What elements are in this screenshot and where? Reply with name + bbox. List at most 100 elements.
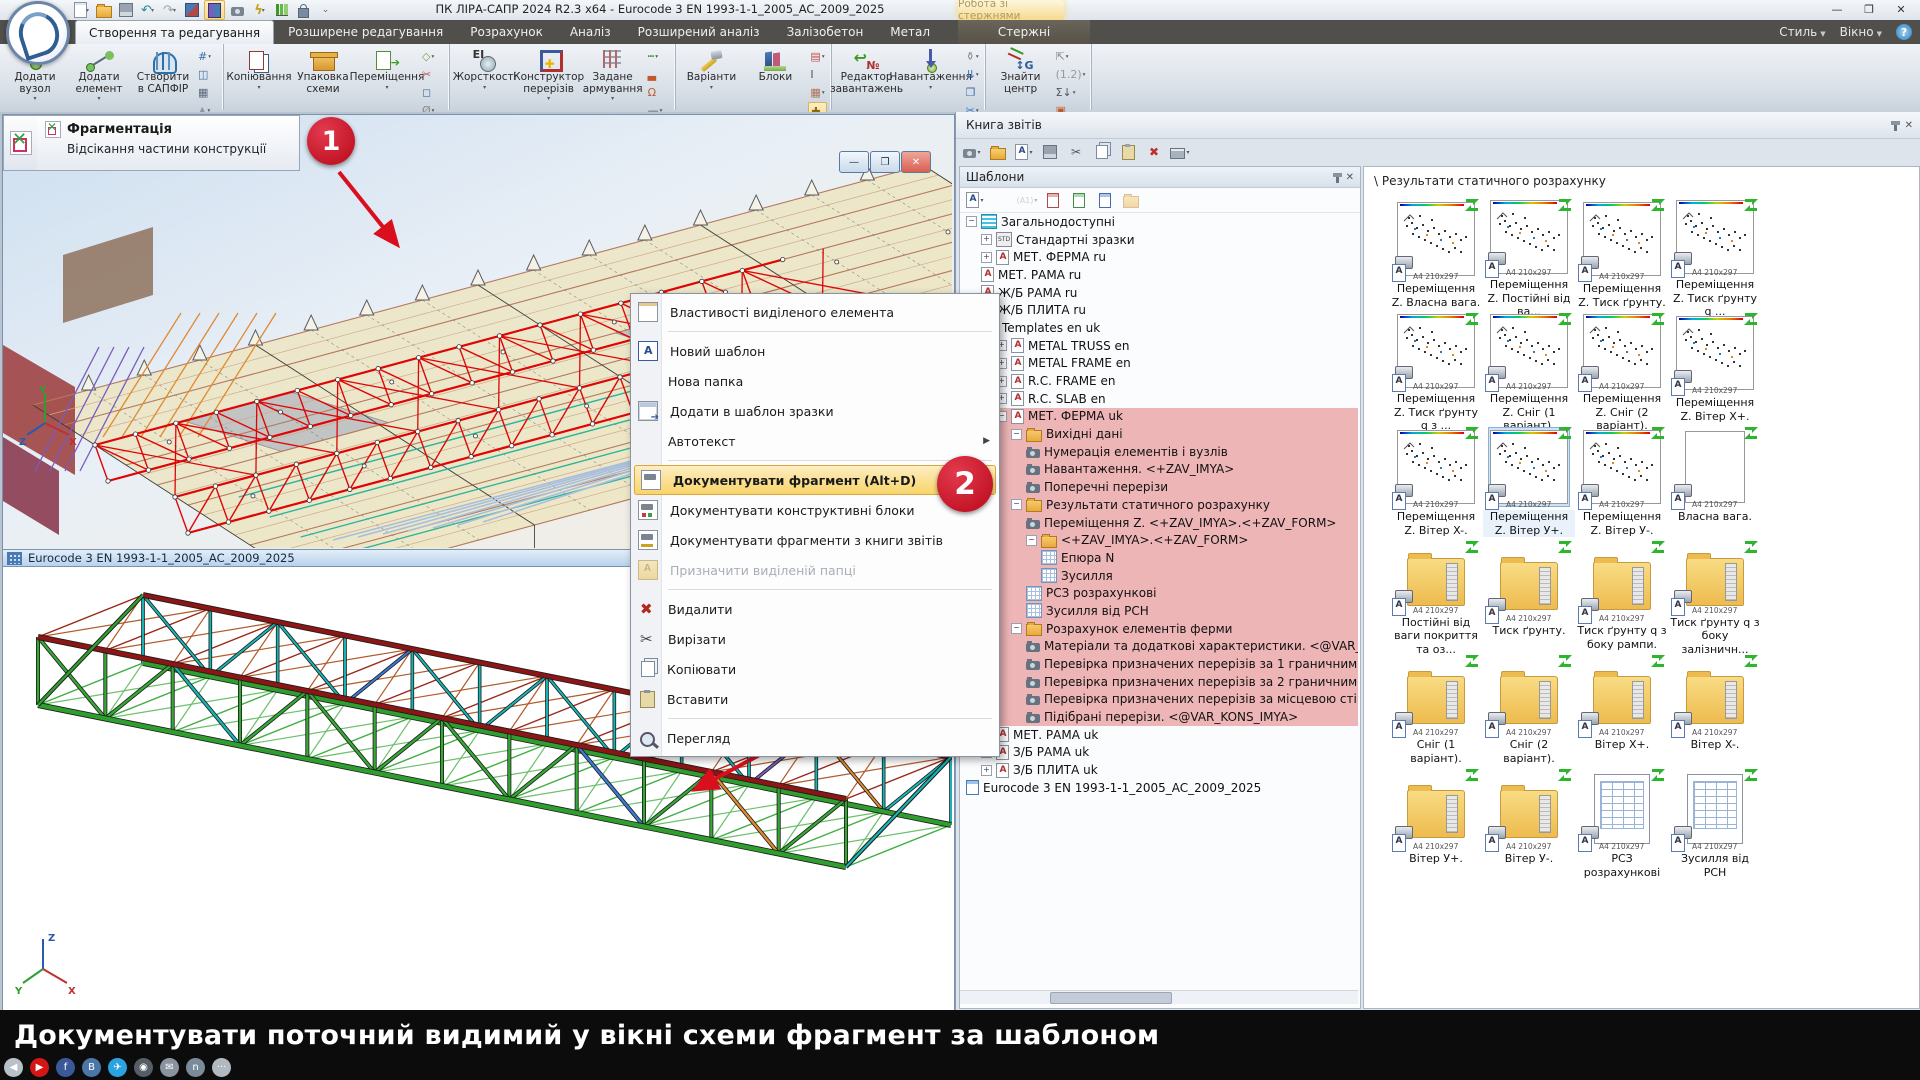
tree-item[interactable]: − <+ZAV_IMYA>.<+ZAV_FORM> — [960, 531, 1358, 549]
ribbon-small-button[interactable]: ▦ ▾ — [196, 84, 219, 101]
tree-expand-toggle[interactable]: + — [981, 234, 992, 245]
tree-expand-toggle[interactable]: + — [981, 765, 992, 776]
report-thumbnail[interactable]: A4 210x297 Вітер X+. — [1576, 656, 1668, 770]
close-panel-icon[interactable]: ✕ — [1905, 120, 1913, 131]
ribbon-small-button[interactable]: I ▾ — [808, 66, 826, 83]
ribbon-small-button[interactable]: ▦ ▾ — [808, 84, 826, 101]
tree-item[interactable]: − Розрахунок елементів ферми — [960, 620, 1358, 638]
vk-icon[interactable]: B — [82, 1058, 101, 1077]
tree-item[interactable]: + З/Б РАМА uk — [960, 744, 1358, 762]
ribbon-small-button[interactable]: ❐ ▾ — [964, 84, 981, 101]
lock-icon[interactable]: ▾ — [294, 1, 313, 19]
report-thumbnail[interactable]: A4 210x297 Тиск ґрунту q з боку рампи. — [1576, 542, 1668, 656]
pin-icon[interactable] — [1336, 173, 1339, 183]
assign-folder-icon[interactable]: ▾ — [1119, 189, 1143, 211]
tree-item[interactable]: Зусилля від РСН — [960, 602, 1358, 620]
viewport-close-button[interactable]: ✕ — [901, 151, 931, 173]
report-thumbnail[interactable]: A4 210x297 Переміщення Z. Тиск ґрунту. — [1576, 200, 1668, 314]
ribbon-small-button[interactable]: ✂ ▾ — [420, 66, 445, 83]
tree-item[interactable]: Поперечні перерізи — [960, 478, 1358, 496]
tree-expand-toggle[interactable]: − — [1011, 429, 1022, 440]
report-thumbnail[interactable]: A4 210x297 Переміщення Z. Вітер У-. — [1576, 428, 1668, 542]
tree-item[interactable]: + Стандартні зразки — [960, 231, 1358, 249]
sheet-blue-icon[interactable]: ▾ — [1093, 189, 1117, 211]
tree-item[interactable]: Перевірка призначених перерізів за 2 гра… — [960, 673, 1358, 691]
close-panel-icon[interactable]: ✕ — [1346, 172, 1354, 183]
report-thumbnail[interactable]: A4 210x297 Переміщення Z. Сніг (1 варіан… — [1483, 314, 1575, 428]
paste-icon[interactable]: ▾ — [1116, 141, 1140, 163]
ribbon-tab[interactable]: Розширений аналіз — [625, 20, 773, 44]
tree-item[interactable]: − Вихідні дані — [960, 425, 1358, 443]
menu-item-new-folder[interactable]: Нова папка ▶ — [632, 366, 998, 396]
save-icon[interactable]: ▾ — [116, 1, 135, 19]
tree-item[interactable]: Навантаження. <+ZAV_IMYA> — [960, 461, 1358, 479]
tree-item[interactable]: РСЗ розрахункові — [960, 584, 1358, 602]
maximize-button[interactable]: ❐ — [1854, 0, 1884, 18]
add-sample-icon[interactable]: ▾ — [989, 189, 1013, 211]
tree-item[interactable]: Переміщення Z. <+ZAV_IMYA>.<+ZAV_FORM> — [960, 514, 1358, 532]
report-thumbnail[interactable]: A4 210x297 РСЗ розрахункові — [1576, 770, 1668, 884]
menu-item-paste[interactable]: Вставити ▶ — [632, 684, 998, 714]
new-document-icon[interactable]: ▾ — [72, 1, 91, 19]
ribbon-tab[interactable]: Стержні — [958, 20, 1090, 44]
viewport-restore-button[interactable]: ❐ — [870, 151, 900, 173]
tree-item[interactable]: Матеріали та додаткові характеристики. <… — [960, 638, 1358, 656]
tree-item[interactable]: + МЕТ. РАМА uk — [960, 726, 1358, 744]
pin-icon[interactable] — [1894, 121, 1897, 131]
ribbon-small-button[interactable]: ⚱ ▾ — [964, 48, 981, 65]
tree-item[interactable]: Зусилля — [960, 567, 1358, 585]
ribbon-small-button[interactable]: Ω ▾ — [646, 84, 672, 101]
tree-expand-toggle[interactable]: + — [981, 252, 992, 263]
menu-item-cut[interactable]: Вирізати ▶ — [632, 624, 998, 654]
tree-expand-toggle[interactable]: − — [1011, 499, 1022, 510]
menu-item-properties[interactable]: Властивості виділеного елемента ▶ — [632, 297, 998, 327]
tree-expand-toggle[interactable]: − — [966, 216, 977, 227]
open-folder-icon[interactable]: ▾ — [986, 141, 1010, 163]
copy-icon[interactable]: ▾ — [1090, 141, 1114, 163]
app-menu-logo[interactable] — [6, 1, 70, 65]
report-thumbnail[interactable]: A4 210x297 Сніг (2 варіант). — [1483, 656, 1575, 770]
autotext-icon[interactable]: (A1) ▾ — [1015, 189, 1039, 211]
horizontal-scrollbar[interactable] — [960, 990, 1358, 1004]
report-thumbnail[interactable]: A4 210x297 Вітер X-. — [1669, 656, 1761, 770]
snapshot-icon[interactable]: ▾ — [960, 141, 984, 163]
ribbon-small-button[interactable]: ⇱ ▾ — [1054, 48, 1088, 65]
tree-item[interactable]: Eurocode 3 EN 1993-1-1_2005_AC_2009_2025 — [960, 779, 1358, 797]
ribbon-tab[interactable]: Розширене редагування — [275, 20, 456, 44]
menu-item-assign-folder[interactable]: Призначити виділеній папці ▶ — [632, 555, 998, 585]
sapfir-book-icon[interactable]: ▾ — [204, 0, 225, 20]
tree-item[interactable]: − Результати статичного розрахунку — [960, 496, 1358, 514]
open-icon[interactable]: ▾ — [94, 1, 113, 19]
ribbon-small-button[interactable]: ┅ ▾ — [646, 48, 672, 65]
undo-icon[interactable]: ↶ ▾ — [138, 1, 157, 19]
print-icon[interactable]: ▾ — [1168, 141, 1192, 163]
tree-item[interactable]: МЕТ. РАМА ru — [960, 266, 1358, 284]
window-menu[interactable]: Вікно▼ — [1840, 25, 1882, 39]
menu-item-preview[interactable]: Перегляд ▶ — [632, 723, 998, 753]
report-thumbnail[interactable]: A4 210x297 Переміщення Z. Сніг (2 варіан… — [1576, 314, 1668, 428]
tree-item[interactable]: Перевірка призначених перерізів за місце… — [960, 691, 1358, 709]
save-icon[interactable]: ▾ — [1038, 141, 1062, 163]
report-thumbnail[interactable]: A4 210x297 Переміщення Z. Тиск ґрунту q … — [1669, 200, 1761, 314]
report-thumbnail[interactable]: A4 210x297 Власна вага. — [1669, 428, 1761, 542]
help-icon[interactable]: ? — [1896, 24, 1912, 40]
report-thumbnail[interactable]: A4 210x297 Постійні від ваги покриття та… — [1390, 542, 1482, 656]
cut-icon[interactable]: ✂ ▾ — [1064, 141, 1088, 163]
delete-icon[interactable]: ✖ ▾ — [1142, 141, 1166, 163]
ribbon-small-button[interactable]: ⇊ ▾ — [964, 66, 981, 83]
menu-item-new-template[interactable]: Новий шаблон ▶ — [632, 336, 998, 366]
ribbon-tab[interactable]: Залізобетон — [774, 20, 877, 44]
result-chart-icon[interactable]: ▾ — [272, 1, 291, 19]
tree-expand-toggle[interactable]: − — [1026, 535, 1037, 546]
tree-item[interactable]: + МЕТ. ФЕРМА ru — [960, 248, 1358, 266]
menu-item-copy[interactable]: Копіювати ▶ — [632, 654, 998, 684]
report-thumbnail[interactable]: A4 210x297 Переміщення Z. Вітер X-. — [1390, 428, 1482, 542]
report-thumbnail[interactable]: A4 210x297 Переміщення Z. Тиск ґрунту q … — [1390, 314, 1482, 428]
menu-item[interactable]: ▶ — [632, 327, 998, 336]
tree-item[interactable]: Підібрані перерізи. <@VAR_KONS_IMYA> — [960, 708, 1358, 726]
camera-icon[interactable]: ◉ — [134, 1058, 153, 1077]
more-icon[interactable]: ··· — [212, 1058, 231, 1077]
report-thumbnail[interactable]: A4 210x297 Тиск ґрунту. — [1483, 542, 1575, 656]
email-icon[interactable]: ✉ — [160, 1058, 179, 1077]
menu-item-autotext[interactable]: Автотекст ▶ — [632, 426, 998, 456]
